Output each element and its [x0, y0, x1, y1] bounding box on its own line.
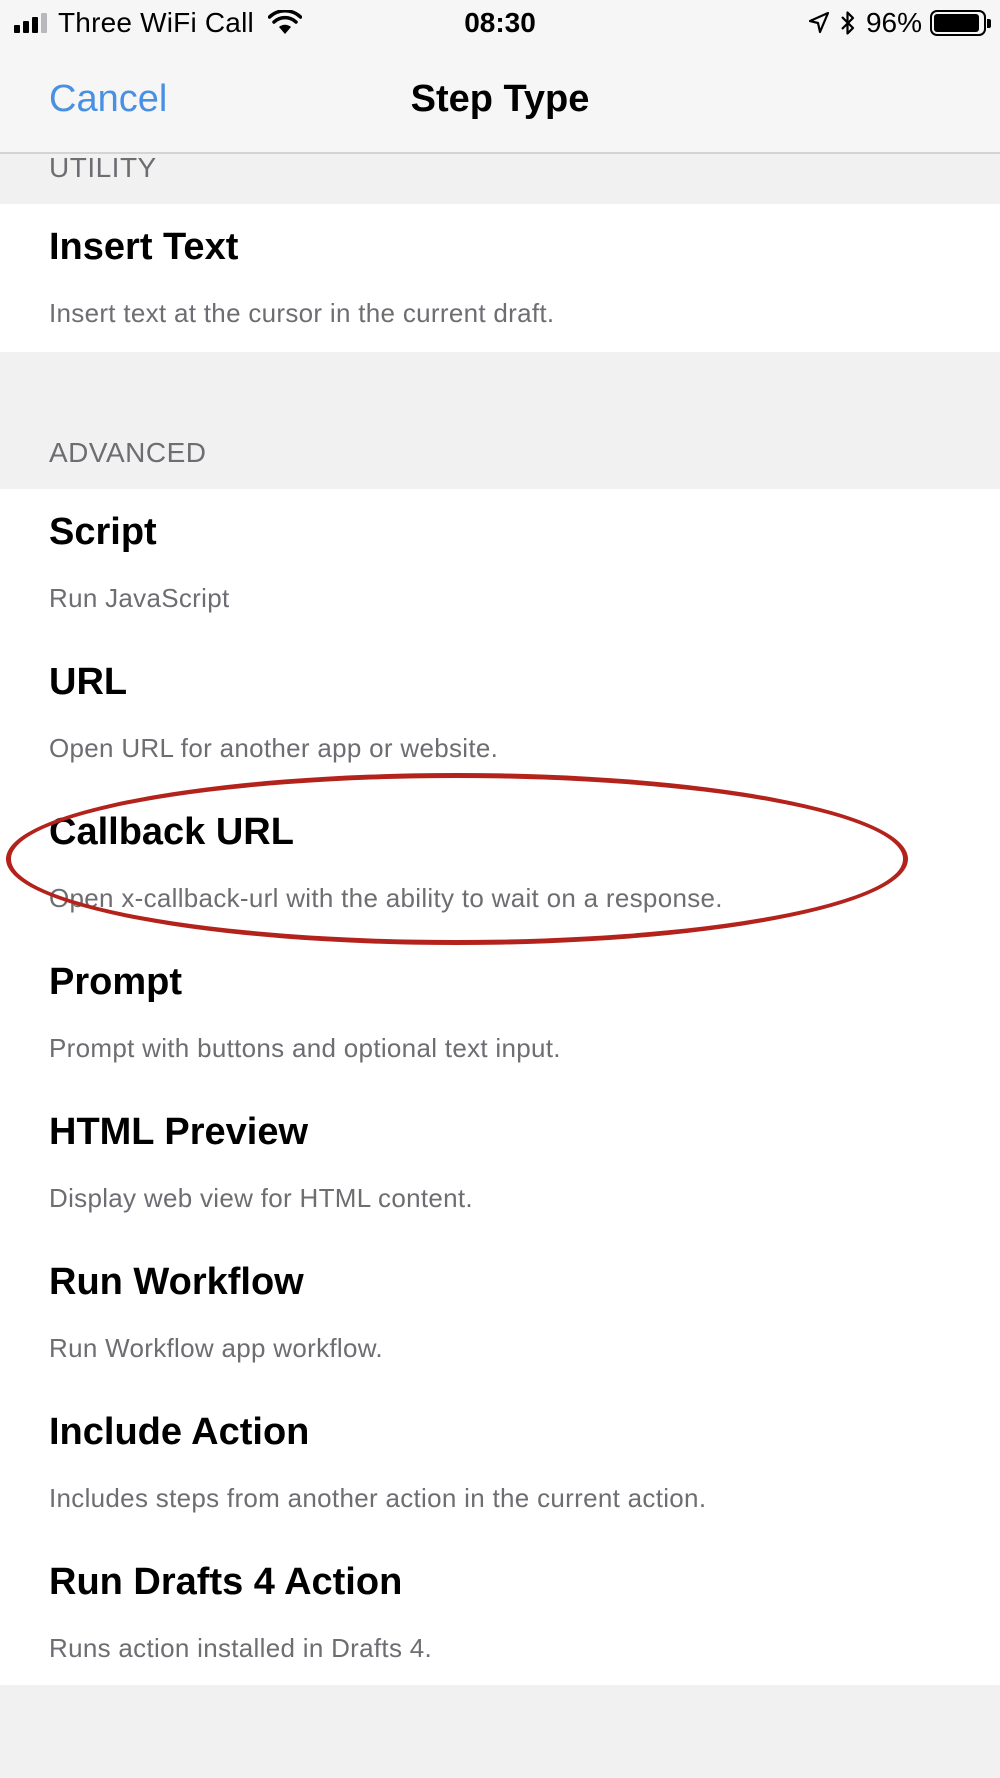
- status-right: 96%: [808, 7, 991, 39]
- list-item-subtitle: Open URL for another app or website.: [49, 733, 499, 763]
- list-item-include-action[interactable]: Include Action Includes steps from anoth…: [0, 1389, 1000, 1539]
- list-item-subtitle: Includes steps from another action in th…: [49, 1483, 707, 1513]
- battery-icon: [930, 10, 991, 36]
- status-bar: Three WiFi Call 08:30 96%: [0, 0, 1000, 50]
- list-item-subtitle: Run Workflow app workflow.: [49, 1333, 383, 1363]
- list-item-subtitle: Prompt with buttons and optional text in…: [49, 1033, 561, 1063]
- location-icon: [808, 11, 830, 34]
- list-item-subtitle: Open x-callback-url with the ability to …: [49, 883, 723, 913]
- list-item-run-workflow[interactable]: Run Workflow Run Workflow app workflow.: [0, 1239, 1000, 1389]
- navigation-bar: Cancel Step Type: [0, 50, 1000, 154]
- list-item-subtitle: Insert text at the cursor in the current…: [49, 298, 555, 328]
- list-item-html-preview[interactable]: HTML Preview Display web view for HTML c…: [0, 1089, 1000, 1239]
- advanced-group: Script Run JavaScript URL Open URL for a…: [0, 489, 1000, 1685]
- list-item-url[interactable]: URL Open URL for another app or website.: [0, 639, 1000, 789]
- list-item-insert-text[interactable]: Insert Text Insert text at the cursor in…: [0, 204, 1000, 354]
- list-item-title: HTML Preview: [49, 1111, 309, 1153]
- list-item-title: Script: [49, 511, 157, 553]
- list-item-title: Include Action: [49, 1411, 310, 1453]
- list-item-title: Run Drafts 4 Action: [49, 1561, 403, 1603]
- page-title: Step Type: [410, 78, 590, 120]
- list-item-subtitle: Run JavaScript: [49, 583, 230, 613]
- list-item-script[interactable]: Script Run JavaScript: [0, 489, 1000, 639]
- list-item-subtitle: Runs action installed in Drafts 4.: [49, 1633, 433, 1663]
- battery-percent: 96%: [865, 7, 922, 38]
- list-item-callback-url[interactable]: Callback URL Open x-callback-url with th…: [0, 789, 1000, 939]
- screen: Three WiFi Call 08:30 96% Cancel Step Ty…: [0, 0, 1000, 1778]
- list-item-run-drafts-4-action[interactable]: Run Drafts 4 Action Runs action installe…: [0, 1539, 1000, 1689]
- list-item-prompt[interactable]: Prompt Prompt with buttons and optional …: [0, 939, 1000, 1089]
- list-item-title: URL: [49, 661, 128, 703]
- utility-group: Insert Text Insert text at the cursor in…: [0, 204, 1000, 352]
- section-header-advanced: ADVANCED: [49, 437, 207, 468]
- list-item-title: Run Workflow: [49, 1261, 304, 1303]
- list-item-title: Callback URL: [49, 811, 294, 853]
- list-item-subtitle: Display web view for HTML content.: [49, 1183, 473, 1213]
- list-item-title: Prompt: [49, 961, 182, 1003]
- bluetooth-icon: [841, 11, 855, 35]
- section-header-utility: UTILITY: [49, 152, 157, 183]
- list-item-title: Insert Text: [49, 226, 239, 268]
